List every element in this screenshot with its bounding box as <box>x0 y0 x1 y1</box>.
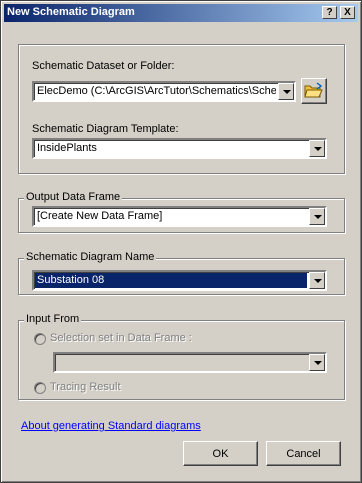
title-bar[interactable]: New Schematic Diagram ? X <box>4 4 358 22</box>
ok-button-label: OK <box>212 448 229 460</box>
open-folder-icon <box>304 82 323 98</box>
output-frame-value: [Create New Data Frame] <box>37 210 163 222</box>
chevron-down-icon <box>314 215 322 219</box>
selection-combo[interactable] <box>53 352 327 373</box>
dataset-value: ElecDemo (C:\ArcGIS\ArcTutor\Schematics\… <box>37 85 276 97</box>
browse-button[interactable] <box>301 78 327 104</box>
dataset-label: Schematic Dataset or Folder: <box>32 60 175 72</box>
input-from-legend: Input From <box>24 313 82 325</box>
template-dropdown-button[interactable] <box>309 140 325 157</box>
dataset-combo[interactable]: ElecDemo (C:\ArcGIS\ArcTutor\Schematics\… <box>32 81 296 102</box>
cancel-button-label: Cancel <box>286 448 321 460</box>
diagram-name-legend: Schematic Diagram Name <box>24 251 157 263</box>
help-button[interactable]: ? <box>322 6 337 19</box>
dataset-dropdown-button[interactable] <box>278 83 294 100</box>
template-label: Schematic Diagram Template: <box>32 123 179 135</box>
template-combo[interactable]: InsidePlants <box>32 138 327 159</box>
chevron-down-icon <box>314 147 322 151</box>
chevron-down-icon <box>314 279 322 283</box>
help-icon: ? <box>326 7 333 18</box>
dialog-title: New Schematic Diagram <box>7 6 135 18</box>
dialog-window: New Schematic Diagram ? X Schematic Data… <box>0 0 362 483</box>
ok-button[interactable]: OK <box>183 441 258 466</box>
diagram-name-value: Substation 08 <box>35 273 307 288</box>
selection-dropdown-button[interactable] <box>309 354 325 371</box>
diagram-name-combo[interactable]: Substation 08 <box>32 270 327 291</box>
output-frame-legend: Output Data Frame <box>24 191 123 203</box>
tracing-option-label: Tracing Result <box>50 381 121 393</box>
tracing-radio[interactable] <box>34 382 46 394</box>
chevron-down-icon <box>314 361 322 365</box>
selection-option-label: Selection set in Data Frame : <box>50 332 192 344</box>
help-link[interactable]: About generating Standard diagrams <box>21 420 201 432</box>
selection-radio[interactable] <box>34 333 46 345</box>
close-button[interactable]: X <box>340 6 355 19</box>
close-icon: X <box>344 7 351 18</box>
diagram-name-dropdown-button[interactable] <box>309 272 325 289</box>
template-value: InsidePlants <box>37 142 97 154</box>
chevron-down-icon <box>283 90 291 94</box>
cancel-button[interactable]: Cancel <box>266 441 341 466</box>
output-frame-combo[interactable]: [Create New Data Frame] <box>32 206 327 227</box>
output-frame-dropdown-button[interactable] <box>309 208 325 225</box>
